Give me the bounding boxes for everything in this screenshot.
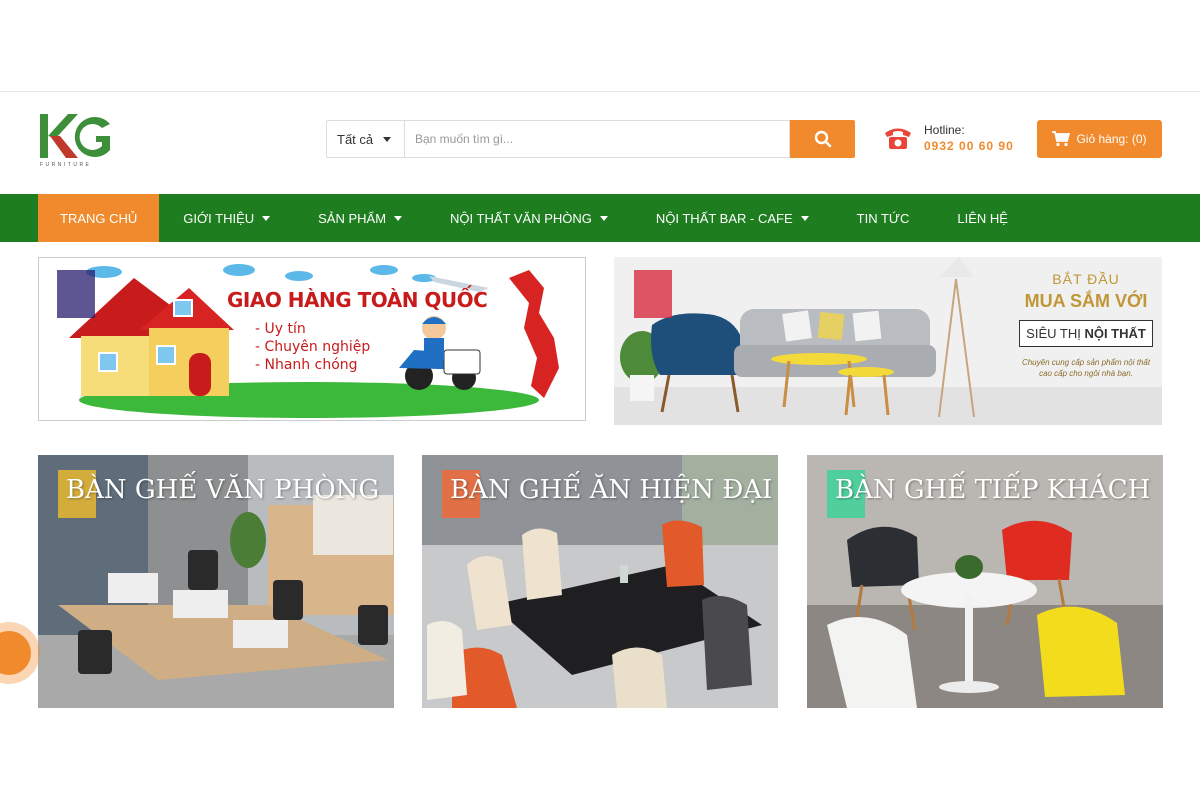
search-category-select[interactable]: Tất cả [326,120,404,158]
nav-item-office-furniture[interactable]: NỘI THẤT VĂN PHÒNG [426,194,632,242]
chevron-down-icon [599,215,608,221]
nav-item-label: TIN TỨC [856,210,910,226]
nav-item-label: TRANG CHỦ [60,210,138,226]
category-card-dining[interactable]: BÀN GHẾ ĂN HIỆN ĐẠI [422,455,778,708]
logo-tagline: FURNITURE [40,162,92,168]
nav-item-label: SẢN PHẨM [318,210,387,226]
category-card-office[interactable]: BÀN GHẾ VĂN PHÒNG [38,455,394,708]
search-bar: Tất cả [326,120,855,158]
banner-box-pre: SIÊU THỊ [1026,326,1085,341]
hotline[interactable]: Hotline: 0932 00 60 90 [882,122,1014,154]
banner-small-text: Chuyên cung cấp sản phẩm nội thất cao cấ… [1016,357,1156,379]
cart-button[interactable]: Giỏ hàng: (0) [1037,120,1162,158]
cart-icon [1052,131,1071,147]
phone-icon [0,631,31,675]
nav-item-home[interactable]: TRANG CHỦ [38,194,160,242]
shopping-banner-text: BẮT ĐẦU MUA SẮM VỚI SIÊU THỊ NỘI THẤT Ch… [1016,271,1156,379]
search-icon [814,130,831,148]
top-strip [0,0,1200,92]
category-title: BÀN GHẾ VĂN PHÒNG [66,475,380,505]
banner-small-line: Chuyên cung cấp sản phẩm nội thất [1021,358,1151,367]
telephone-icon [885,128,911,149]
nav-item-bar-cafe[interactable]: NỘI THẤT BAR - CAFE [632,194,833,242]
site-header: FURNITURE Tất cả Hotline: 0932 00 60 90 [0,92,1200,194]
delivery-title: GIAO HÀNG TOÀN QUỐC [227,288,488,312]
nav-item-label: LIÊN HỆ [957,210,1008,226]
banner-box: SIÊU THỊ NỘI THẤT [1019,320,1153,347]
search-input[interactable] [404,120,790,158]
nav-item-label: NỘI THẤT BAR - CAFE [655,210,793,226]
banner-line2: MUA SẮM VỚI [1024,291,1148,311]
shopping-banner[interactable]: BẮT ĐẦU MUA SẮM VỚI SIÊU THỊ NỘI THẤT Ch… [614,257,1162,425]
banner-box-bold: NỘI THẤT [1084,326,1146,341]
decor-square [57,270,95,318]
banner-line1: BẮT ĐẦU [1052,271,1120,287]
delivery-features: - Uy tín - Chuyên nghiệp - Nhanh chóng [255,320,370,374]
delivery-banner[interactable]: GIAO HÀNG TOÀN QUỐC - Uy tín - Chuyên ng… [38,257,586,421]
search-button[interactable] [790,120,855,158]
feature-item: - Nhanh chóng [255,357,358,373]
category-title: BÀN GHẾ ĂN HIỆN ĐẠI [450,475,773,505]
nav-item-news[interactable]: TIN TỨC [833,194,934,242]
nav-item-contact[interactable]: LIÊN HỆ [933,194,1032,242]
chevron-down-icon [394,215,403,221]
feature-item: - Uy tín [255,321,306,337]
chevron-down-icon [800,215,809,221]
search-category-label: Tất cả [337,131,374,147]
floating-call-button[interactable] [0,622,40,684]
nav-item-label: GIỚI THIỆU [183,210,255,226]
decor-square [634,270,672,318]
hotline-number[interactable]: 0932 00 60 90 [924,138,1014,154]
site-logo[interactable]: FURNITURE [38,110,118,170]
cart-label: Giỏ hàng: (0) [1076,132,1147,146]
chevron-down-icon [383,136,392,142]
banner-small-line: cao cấp cho ngôi nhà bạn. [1039,369,1133,378]
feature-item: - Chuyên nghiệp [255,339,371,355]
nav-item-products[interactable]: SẢN PHẨM [294,194,426,242]
chevron-down-icon [262,215,271,221]
category-title: BÀN GHẾ TIẾP KHÁCH [835,475,1151,505]
category-card-reception[interactable]: BÀN GHẾ TIẾP KHÁCH [807,455,1163,708]
nav-item-about[interactable]: GIỚI THIỆU [159,194,294,242]
nav-item-label: NỘI THẤT VĂN PHÒNG [450,210,592,226]
hotline-label: Hotline: [924,123,965,137]
main-nav: TRANG CHỦ GIỚI THIỆU SẢN PHẨM NỘI THẤT V… [0,194,1200,242]
